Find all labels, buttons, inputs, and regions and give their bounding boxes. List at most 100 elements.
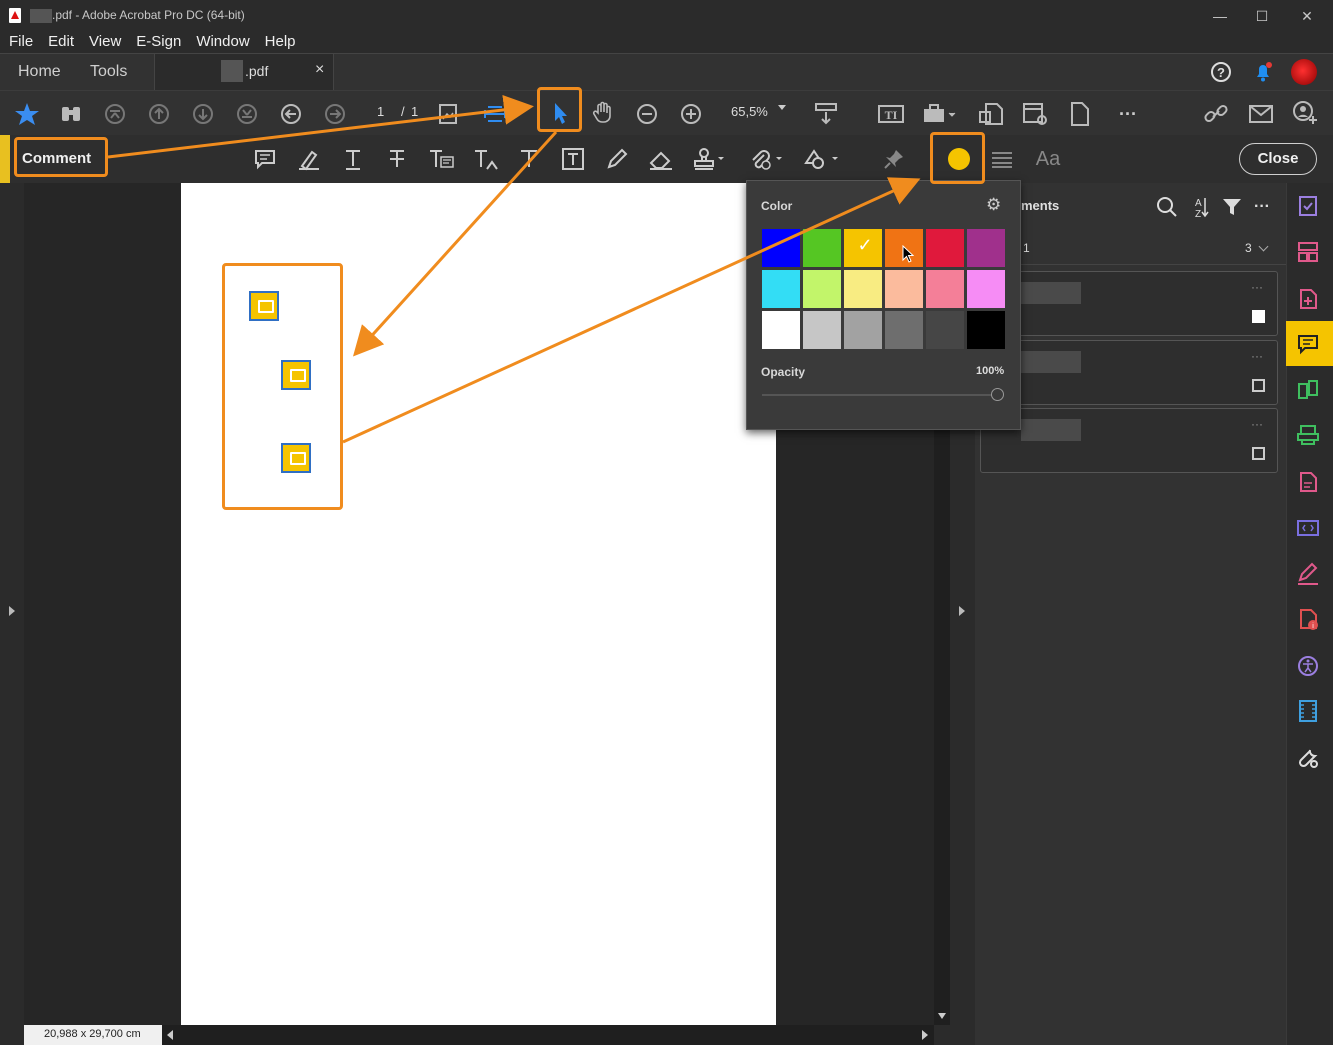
highlight-text-icon[interactable] xyxy=(297,147,321,171)
opacity-slider-knob[interactable] xyxy=(991,388,1004,401)
close-tab-icon[interactable]: × xyxy=(315,61,324,79)
comment-tool-icon[interactable] xyxy=(1296,332,1320,356)
horizontal-scrollbar[interactable] xyxy=(162,1025,934,1045)
maximize-button[interactable]: ☐ xyxy=(1252,6,1272,26)
rich-media-icon[interactable] xyxy=(1296,699,1320,723)
opacity-slider-track[interactable] xyxy=(762,394,994,396)
pdf-standards-icon[interactable]: i xyxy=(1296,607,1320,631)
color-swatch[interactable] xyxy=(843,310,883,350)
scroll-mode-icon[interactable] xyxy=(813,101,839,127)
menu-esign[interactable]: E-Sign xyxy=(136,31,181,53)
color-swatch[interactable] xyxy=(802,310,842,350)
shapes-icon[interactable] xyxy=(804,147,840,171)
insert-text-icon[interactable] xyxy=(473,147,501,171)
comment-checkbox[interactable] xyxy=(1252,447,1265,460)
comment-card[interactable]: ··· xyxy=(980,408,1278,473)
search-icon[interactable] xyxy=(1155,195,1179,219)
collapse-right-panel-icon[interactable] xyxy=(959,606,965,616)
page-thumbnail-icon[interactable] xyxy=(437,102,463,126)
color-swatch[interactable] xyxy=(966,310,1006,350)
scroll-down-icon[interactable] xyxy=(938,1013,946,1019)
fit-width-icon[interactable] xyxy=(482,102,508,126)
tab-document[interactable]: .pdf × xyxy=(154,54,334,91)
comment-menu-icon[interactable]: ··· xyxy=(1251,280,1263,294)
menu-window[interactable]: Window xyxy=(196,31,249,53)
comment-checkbox[interactable] xyxy=(1252,379,1265,392)
prepare-form-icon[interactable] xyxy=(1296,516,1320,540)
next-page-icon[interactable] xyxy=(191,102,215,126)
expand-left-panel-icon[interactable] xyxy=(9,606,15,616)
replace-text-icon[interactable] xyxy=(428,147,456,171)
color-swatch[interactable] xyxy=(802,228,842,268)
notification-bell-icon[interactable] xyxy=(1251,60,1275,84)
previous-page-icon[interactable] xyxy=(147,102,171,126)
edit-text-icon[interactable]: TI xyxy=(877,101,905,127)
comment-menu-icon[interactable]: ··· xyxy=(1251,349,1263,363)
accessibility-icon[interactable] xyxy=(1296,654,1320,678)
menu-help[interactable]: Help xyxy=(265,31,296,53)
scroll-right-icon[interactable] xyxy=(922,1030,928,1040)
pencil-draw-icon[interactable] xyxy=(605,147,629,171)
filter-icon[interactable] xyxy=(1221,196,1243,218)
panel-options-icon[interactable]: ··· xyxy=(1254,198,1270,216)
request-signature-icon[interactable] xyxy=(1296,562,1320,586)
color-swatch[interactable] xyxy=(761,269,801,309)
sticky-note-icon[interactable] xyxy=(253,147,277,171)
star-icon[interactable] xyxy=(14,101,40,127)
export-pdf-icon[interactable] xyxy=(977,100,1005,128)
comment-checkbox[interactable] xyxy=(1252,310,1265,323)
scan-ocr-icon[interactable] xyxy=(1296,423,1320,447)
color-swatch[interactable] xyxy=(925,228,965,268)
hand-tool-icon[interactable] xyxy=(590,100,616,126)
more-tools-wrench-icon[interactable] xyxy=(1296,746,1320,770)
color-swatch[interactable] xyxy=(966,269,1006,309)
zoom-level-input[interactable]: 65,5% xyxy=(731,104,768,119)
color-swatch[interactable] xyxy=(884,269,924,309)
menu-view[interactable]: View xyxy=(89,31,121,53)
comment-card[interactable]: ··· xyxy=(980,340,1278,405)
underline-text-icon[interactable] xyxy=(341,147,365,171)
edit-pdf-icon[interactable] xyxy=(1296,470,1320,494)
zoom-out-icon[interactable] xyxy=(635,102,659,126)
compare-files-icon[interactable] xyxy=(1296,378,1320,402)
color-swatch[interactable] xyxy=(843,269,883,309)
tab-tools[interactable]: Tools xyxy=(90,54,127,91)
fill-sign-icon[interactable] xyxy=(1296,194,1320,218)
close-window-button[interactable]: ✕ xyxy=(1297,6,1317,26)
last-page-icon[interactable] xyxy=(235,102,259,126)
strikethrough-text-icon[interactable] xyxy=(385,147,409,171)
pin-icon[interactable] xyxy=(882,147,906,171)
menu-file[interactable]: File xyxy=(9,31,33,53)
tab-home[interactable]: Home xyxy=(18,54,61,91)
more-tools-icon[interactable]: ··· xyxy=(1116,102,1140,126)
comment-menu-icon[interactable]: ··· xyxy=(1251,417,1263,431)
organize-icon[interactable] xyxy=(1296,240,1320,264)
share-link-icon[interactable] xyxy=(1202,100,1230,128)
close-comment-button[interactable]: Close xyxy=(1239,143,1317,175)
attach-file-icon[interactable] xyxy=(748,147,784,171)
color-swatch[interactable] xyxy=(884,310,924,350)
help-icon[interactable]: ? xyxy=(1209,60,1233,84)
color-swatch[interactable] xyxy=(761,310,801,350)
color-swatch[interactable] xyxy=(802,269,842,309)
create-pdf-icon[interactable] xyxy=(1296,287,1320,311)
document-icon[interactable] xyxy=(1067,100,1093,128)
next-view-icon[interactable] xyxy=(323,102,347,126)
zoom-dropdown-icon[interactable] xyxy=(778,105,786,110)
toolbox-icon[interactable] xyxy=(921,101,957,127)
avatar[interactable] xyxy=(1291,59,1317,85)
eraser-icon[interactable] xyxy=(648,147,674,171)
line-thickness-icon[interactable] xyxy=(990,147,1014,171)
zoom-in-icon[interactable] xyxy=(679,102,703,126)
stamp-icon[interactable] xyxy=(692,147,728,171)
text-properties-button[interactable]: Aa xyxy=(1033,147,1063,171)
email-icon[interactable] xyxy=(1247,101,1275,127)
comment-card[interactable]: ··· xyxy=(980,271,1278,336)
color-swatch[interactable] xyxy=(761,228,801,268)
page-number-input[interactable]: 1 xyxy=(377,104,384,119)
gear-icon[interactable]: ⚙ xyxy=(986,195,1001,215)
color-swatch[interactable] xyxy=(966,228,1006,268)
find-binoculars-icon[interactable] xyxy=(58,101,84,127)
previous-view-icon[interactable] xyxy=(279,102,303,126)
add-user-icon[interactable] xyxy=(1291,100,1319,128)
